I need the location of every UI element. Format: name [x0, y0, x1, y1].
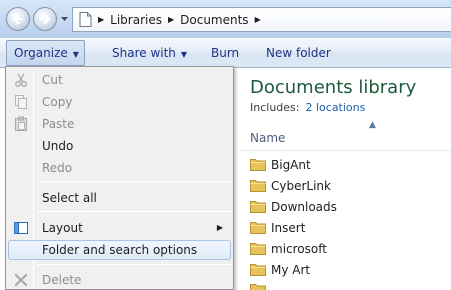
list-item[interactable]: microsoft — [250, 238, 450, 259]
breadcrumb-documents[interactable]: Documents — [180, 13, 248, 27]
organize-label: Organize — [14, 46, 68, 60]
share-with-label: Share with — [112, 46, 176, 60]
column-header-name[interactable]: Name — [250, 131, 285, 145]
list-item[interactable]: BigAnt — [250, 154, 450, 175]
new-folder-label: New folder — [266, 46, 331, 60]
library-title: Documents library — [250, 77, 417, 98]
delete-icon — [14, 273, 28, 287]
organize-menu: Cut Copy Paste Undo Redo Select all Layo… — [5, 66, 234, 290]
list-item[interactable]: CyberLink — [250, 175, 450, 196]
folder-icon — [250, 243, 266, 255]
menu-item-select-all[interactable]: Select all — [8, 188, 231, 208]
back-button[interactable] — [6, 7, 30, 31]
command-bar: Organize ▼ Share with ▼ Burn New folder — [0, 38, 451, 68]
breadcrumb-libraries[interactable]: Libraries — [110, 13, 162, 27]
organize-button[interactable]: Organize ▼ — [6, 40, 85, 66]
burn-label: Burn — [211, 46, 240, 60]
address-bar[interactable]: ▶ Libraries ▶ Documents ▶ — [72, 7, 451, 32]
copy-icon — [15, 95, 27, 109]
chevron-down-icon: ▼ — [72, 50, 79, 59]
list-item-partial[interactable] — [250, 280, 450, 290]
chevron-down-icon: ▼ — [180, 50, 188, 59]
menu-item-label: Delete — [42, 273, 82, 287]
sort-ascending-icon: ▲ — [369, 120, 376, 130]
library-includes: Includes: 2 locations — [250, 101, 365, 114]
menu-item-label: Folder and search options — [42, 243, 198, 257]
breadcrumb-separator-icon[interactable]: ▶ — [255, 15, 261, 24]
burn-button[interactable]: Burn — [211, 38, 239, 68]
file-name: BigAnt — [271, 157, 311, 172]
menu-item-layout[interactable]: Layout ▶ — [8, 218, 231, 238]
file-name: microsoft — [271, 241, 327, 256]
menu-item-label: Paste — [42, 117, 75, 131]
menu-item-cut[interactable]: Cut — [8, 70, 231, 90]
navigation-bar: ▶ Libraries ▶ Documents ▶ — [0, 0, 451, 38]
locations-link[interactable]: 2 locations — [305, 101, 365, 114]
list-item[interactable]: Insert — [250, 217, 450, 238]
column-header-divider — [240, 150, 451, 151]
menu-separator — [37, 211, 231, 212]
breadcrumb-separator-icon[interactable]: ▶ — [168, 15, 174, 24]
recent-pages-dropdown-icon[interactable] — [60, 14, 69, 23]
menu-separator — [37, 264, 231, 265]
menu-item-copy[interactable]: Copy — [8, 92, 231, 112]
menu-item-delete[interactable]: Delete — [8, 270, 231, 290]
menu-item-label: Copy — [42, 95, 73, 109]
breadcrumb-separator-icon[interactable]: ▶ — [98, 15, 104, 24]
folder-icon — [250, 201, 266, 213]
file-name: Downloads — [271, 199, 337, 214]
folder-icon — [250, 284, 266, 290]
menu-item-folder-and-search-options[interactable]: Folder and search options — [8, 240, 231, 260]
back-arrow-icon — [12, 13, 24, 25]
folder-icon — [250, 180, 266, 192]
new-folder-button[interactable]: New folder — [266, 38, 331, 68]
folder-icon — [250, 264, 266, 276]
list-item[interactable]: My Art — [250, 259, 450, 280]
includes-label: Includes: — [250, 101, 300, 114]
menu-item-label: Select all — [42, 191, 97, 205]
menu-item-label: Undo — [42, 139, 74, 153]
forward-button[interactable] — [33, 7, 57, 31]
file-name: CyberLink — [271, 178, 331, 193]
menu-item-label: Layout — [42, 221, 83, 235]
menu-item-label: Cut — [42, 73, 63, 87]
paste-icon — [15, 116, 27, 131]
file-name: My Art — [271, 262, 311, 277]
layout-icon — [14, 222, 28, 234]
forward-arrow-icon — [39, 13, 51, 25]
menu-item-label: Redo — [42, 161, 73, 175]
menu-item-paste[interactable]: Paste — [8, 114, 231, 134]
list-item[interactable]: Downloads — [250, 196, 450, 217]
scissors-icon — [15, 73, 27, 87]
menu-separator — [37, 181, 231, 182]
share-with-button[interactable]: Share with ▼ — [112, 38, 187, 68]
menu-item-redo[interactable]: Redo — [8, 158, 231, 178]
menu-item-undo[interactable]: Undo — [8, 136, 231, 156]
document-icon — [79, 12, 92, 27]
folder-icon — [250, 159, 266, 171]
submenu-arrow-icon: ▶ — [216, 223, 223, 232]
file-name: Insert — [271, 220, 306, 235]
folder-icon — [250, 222, 266, 234]
